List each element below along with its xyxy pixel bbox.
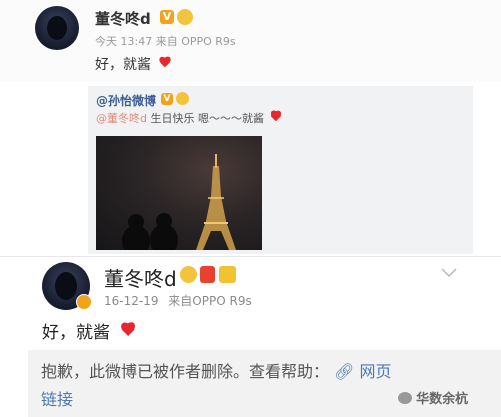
repost-photo[interactable] [96, 136, 262, 250]
top-post: 董冬咚d V 今天 13:47 来自 OPPO R9s 好，就酱 [0, 0, 501, 82]
repost-text: 生日快乐 嗯～～～就酱 [150, 112, 264, 125]
top-vip-badge: V [160, 10, 174, 24]
eiffel-tower-image [122, 154, 236, 250]
top-time: 今天 13:47 [95, 35, 153, 48]
bottom-vip-icon [76, 294, 92, 310]
top-post-text: 好，就酱 [95, 57, 151, 73]
heart-icon [119, 323, 137, 339]
repost-mention[interactable]: @董冬咚d [96, 112, 147, 125]
heart-icon [158, 57, 172, 70]
watermark: 华数余杭 [398, 388, 468, 407]
heart-icon [269, 111, 282, 123]
repost-username[interactable]: @孙怡微博 [96, 94, 156, 108]
bottom-date: 16-12-19 [104, 294, 159, 308]
repost-medal-icon [176, 92, 189, 105]
bottom-redpacket-icon [200, 266, 215, 283]
watermark-text: 华数余杭 [416, 392, 469, 407]
bottom-source[interactable]: 来自OPPO R9s [168, 294, 251, 308]
web-link-part1[interactable]: 网页 [360, 362, 392, 381]
top-medal-icon [177, 9, 193, 25]
top-username[interactable]: 董冬咚d [95, 8, 151, 29]
top-source[interactable]: 来自 OPPO R9s [156, 35, 236, 48]
wechat-logo-icon [398, 392, 412, 404]
top-avatar[interactable] [35, 6, 79, 50]
link-icon: 🔗︎ [334, 362, 355, 381]
bottom-post-text: 好，就酱 [42, 323, 110, 343]
bottom-medal-icon [180, 266, 197, 283]
divider [0, 256, 501, 257]
bottom-star-icon [219, 266, 236, 283]
chevron-down-icon[interactable] [441, 268, 457, 278]
web-link-part2[interactable]: 链接 [41, 386, 73, 410]
repost-card[interactable]: @孙怡微博 V @董冬咚d 生日快乐 嗯～～～就酱 [88, 86, 473, 254]
deleted-notice-text: 抱歉，此微博已被作者删除。查看帮助： [41, 362, 330, 381]
bottom-username[interactable]: 董冬咚d [104, 263, 177, 292]
repost-vip-badge: V [161, 93, 173, 105]
